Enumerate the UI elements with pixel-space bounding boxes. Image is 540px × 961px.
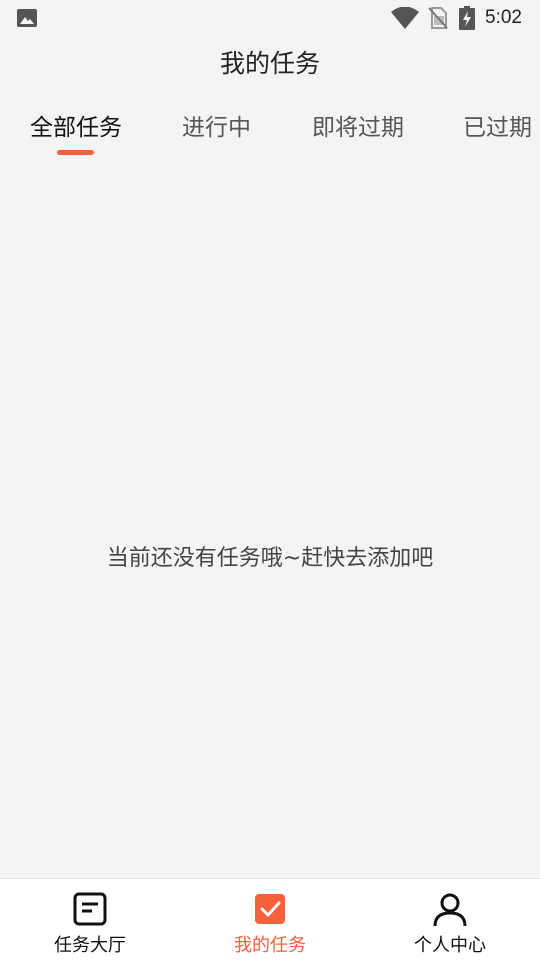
no-sim-icon <box>428 7 448 29</box>
battery-charging-icon <box>459 6 475 30</box>
active-tab-indicator <box>57 150 94 155</box>
tab-expiring-soon[interactable]: 即将过期 <box>312 108 404 142</box>
nav-item-profile[interactable]: 个人中心 <box>360 879 540 961</box>
bottom-navigation: 任务大厅 我的任务 个人中心 <box>0 878 540 961</box>
tab-in-progress[interactable]: 进行中 <box>182 108 251 142</box>
profile-icon <box>433 893 467 927</box>
nav-item-task-hall[interactable]: 任务大厅 <box>0 879 180 961</box>
wifi-icon <box>391 7 419 29</box>
nav-label-my-tasks: 我的任务 <box>234 935 306 956</box>
page-title: 我的任务 <box>219 49 320 78</box>
empty-state-message: 当前还没有任务哦~赶快去添加吧 <box>106 546 434 571</box>
nav-label-profile: 个人中心 <box>414 935 486 956</box>
tab-all-tasks[interactable]: 全部任务 <box>30 108 122 142</box>
nav-item-my-tasks[interactable]: 我的任务 <box>180 879 360 961</box>
task-hall-icon <box>73 892 107 926</box>
status-bar: 5:02 <box>0 0 540 36</box>
status-time: 5:02 <box>485 7 522 28</box>
tab-expired[interactable]: 已过期 <box>463 108 532 142</box>
my-tasks-check-icon <box>255 894 285 924</box>
image-icon <box>17 9 37 27</box>
nav-label-task-hall: 任务大厅 <box>54 935 126 956</box>
task-tabs: 全部任务 进行中 即将过期 已过期 <box>0 108 540 168</box>
